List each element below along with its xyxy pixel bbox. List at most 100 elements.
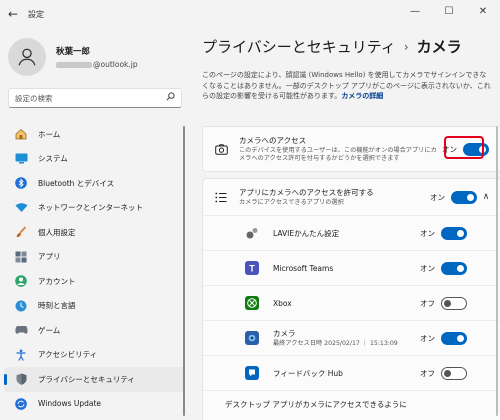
sidebar-item[interactable]: 時刻と言語 [4,294,184,319]
search-box[interactable]: 設定の検索 [8,88,182,108]
avatar [8,38,46,76]
update-icon [14,397,28,411]
profile[interactable]: 秋葉一郎 @outlook.jp [8,38,138,76]
app-state: オフ [420,298,435,308]
list-icon [211,192,231,203]
app-name: カメラ [273,328,296,338]
back-button[interactable]: ← [0,0,26,28]
app-toggle[interactable] [441,261,467,275]
search-input[interactable]: 設定の検索 [15,93,166,104]
globe-clock-icon [14,299,28,313]
sidebar-nav: ホームシステム Bluetooth とデバイスネットワークとインターネット個人用設… [4,122,184,416]
sidebar-scrollbar[interactable] [183,126,185,416]
sidebar-item-label: システム [38,154,68,164]
app-row: Xbox オフ [203,285,500,320]
sidebar-item[interactable]: アプリ [4,245,184,270]
sidebar-item[interactable]: ゲーム [4,318,184,343]
breadcrumb-separator: › [403,39,409,54]
window-controls: — ☐ ✕ [398,0,500,22]
xbox-icon [245,296,259,310]
brush-icon [14,225,28,239]
app-name: Xbox [273,298,292,308]
accessibility-icon [14,348,28,362]
sidebar-item[interactable]: 個人用設定 [4,220,184,245]
search-icon[interactable] [166,92,175,104]
email-domain: @outlook.jp [93,60,138,69]
toggle-knob [457,334,464,342]
app-state: オフ [420,368,435,378]
app-toggle[interactable] [441,331,467,345]
toggle-knob [457,229,464,237]
app-state: オン [420,263,435,273]
sidebar-item-label: ホーム [38,129,61,139]
sidebar-item[interactable]: システム [4,147,184,172]
maximize-button[interactable]: ☐ [432,0,466,22]
app-last-access: 最終アクセス日時 2025/02/17 ｜ 15:13:09 [273,339,398,347]
camera-access-title: カメラへのアクセス [239,135,307,145]
app-name: Microsoft Teams [273,263,334,273]
home-icon [14,127,28,141]
camera-access-subtitle: このデバイスを使用するユーザーは、この機能がオンの場合アプリにカメラへのアクセス… [239,146,437,163]
sidebar-item-label: 時刻と言語 [38,301,76,311]
app-access-card: アプリにカメラへのアクセスを許可する カメラにアクセスできるアプリの選択 オン … [202,178,500,420]
highlight-box [444,136,484,159]
sidebar-item-label: アカウント [38,276,76,286]
sidebar-item-label: プライバシーとセキュリティ [38,374,135,384]
sidebar-item[interactable]: プライバシーとセキュリティ [4,367,184,392]
app-toggle[interactable] [441,296,467,310]
page-title: カメラ [416,38,462,56]
apps-icon [14,250,28,264]
sidebar-item[interactable]: アクセシビリティ [4,343,184,368]
breadcrumb-parent[interactable]: プライバシーとセキュリティ [202,36,396,57]
svg-text:T: T [249,264,255,274]
system-icon [14,152,28,166]
page-description: このページの設定により、顔認識 (Windows Hello) を使用してカメラ… [202,70,492,102]
toggle-knob [457,264,464,272]
sidebar-item-label: ネットワークとインターネット [38,203,143,213]
sidebar-item[interactable]: Windows Update [4,392,184,417]
camera-learn-more-link[interactable]: カメラの詳細 [341,92,383,100]
app-name: フィードバック Hub [273,368,343,378]
app-toggle[interactable] [441,226,467,240]
bluetooth-icon [14,176,28,190]
sidebar-item[interactable]: アカウント [4,269,184,294]
desktop-apps-row[interactable]: デスクトップ アプリがカメラにアクセスできるように [203,390,500,420]
lavie-icon [245,226,259,240]
sidebar: 秋葉一郎 @outlook.jp 設定の検索 ホームシステム Bluetooth … [0,28,190,420]
app-name: LAVIEかんたん設定 [273,228,340,238]
email-redaction [56,61,92,68]
sidebar-item[interactable]: ネットワークとインターネット [4,196,184,221]
app-access-subtitle: カメラにアクセスできるアプリの選択 [239,198,344,206]
sidebar-item-label: アクセシビリティ [38,350,98,360]
main-scrollbar[interactable] [496,126,498,416]
app-row: フィードバック Hub オフ [203,355,500,390]
sidebar-item-label: ゲーム [38,325,61,335]
minimize-button[interactable]: — [398,0,432,22]
app-row: カメラ 最終アクセス日時 2025/02/17 ｜ 15:13:09 オン [203,320,500,355]
app-access-toggle[interactable] [451,190,477,204]
user-email: @outlook.jp [56,60,138,69]
sidebar-item-label: Windows Update [38,399,102,409]
app-toggle[interactable] [441,366,467,380]
sidebar-item-label: アプリ [38,252,61,262]
app-access-row[interactable]: アプリにカメラへのアクセスを許可する カメラにアクセスできるアプリの選択 オン … [203,179,500,215]
title-bar: ← 設定 — ☐ ✕ [0,0,500,28]
toggle-knob [444,299,451,307]
user-icon [18,48,36,66]
app-title: 設定 [28,9,44,19]
main-content: プライバシーとセキュリティ › カメラ このページの設定により、顔認識 (Win… [190,28,500,420]
app-list: LAVIEかんたん設定 オン T Microsoft Teams オン Xbox オフ カメラ… [203,215,500,390]
back-arrow-icon: ← [7,7,19,21]
breadcrumb: プライバシーとセキュリティ › カメラ [202,36,462,57]
shield-icon [14,372,28,386]
sidebar-item[interactable]: Bluetooth とデバイス [4,171,184,196]
account-icon [14,274,28,288]
app-row: T Microsoft Teams オン [203,250,500,285]
chevron-up-icon[interactable]: ∧ [477,192,495,202]
sidebar-item-label: Bluetooth とデバイス [38,178,115,188]
sidebar-item[interactable]: ホーム [4,122,184,147]
app-access-state: オン [430,192,445,202]
camera-app-icon [245,331,259,345]
close-button[interactable]: ✕ [466,0,500,22]
wifi-icon [14,201,28,215]
